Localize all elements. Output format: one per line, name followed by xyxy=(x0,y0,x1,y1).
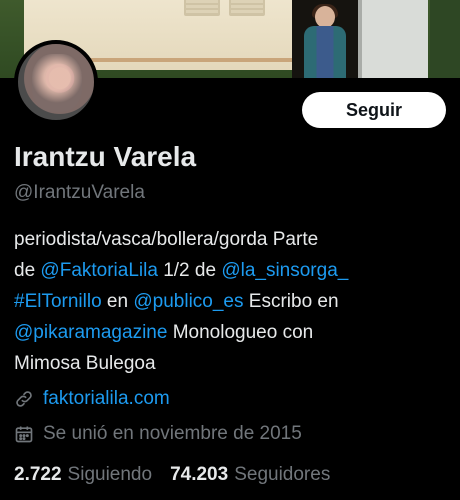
bio-text: Monologueo con xyxy=(167,322,314,343)
following-stat[interactable]: 2.722 Siguiendo xyxy=(14,464,152,486)
link-icon xyxy=(14,389,34,409)
mention-link[interactable]: @pikaramagazine xyxy=(14,322,167,343)
bio-text: Mimosa Bulegoa xyxy=(14,353,156,374)
mention-link[interactable]: @FaktoriaLila xyxy=(40,260,158,281)
banner-vent xyxy=(229,0,265,16)
bio-text: periodista/vasca/bollera/gorda Parte xyxy=(14,229,319,250)
follow-button[interactable]: Seguir xyxy=(302,92,446,128)
bio-text: 1/2 de xyxy=(157,260,222,281)
calendar-icon xyxy=(14,424,34,444)
banner-person xyxy=(300,4,350,78)
followers-label: Seguidores xyxy=(234,464,331,485)
banner-vent xyxy=(184,0,220,16)
following-count: 2.722 xyxy=(14,464,62,485)
joined-date: Se unió en noviembre de 2015 xyxy=(43,423,302,444)
hashtag-link[interactable]: #ElTornillo xyxy=(14,291,102,312)
following-label: Siguiendo xyxy=(67,464,153,485)
avatar-face xyxy=(32,54,82,112)
bio-text: Escribo en xyxy=(243,291,339,312)
profile-avatar[interactable] xyxy=(14,40,98,124)
display-name: Irantzu Varela xyxy=(14,141,197,172)
profile-bio: periodista/vasca/bollera/gorda Parte de … xyxy=(14,224,450,379)
website-link[interactable]: faktorialila.com xyxy=(43,388,170,410)
user-handle: @IrantzuVarela xyxy=(14,182,145,203)
joined-row: Se unió en noviembre de 2015 xyxy=(14,423,302,445)
follow-stats: 2.722 Siguiendo 74.203 Seguidores xyxy=(14,464,348,486)
website-row[interactable]: faktorialila.com xyxy=(14,388,170,410)
bio-text: en xyxy=(101,291,134,312)
banner-panel xyxy=(358,0,428,78)
followers-count: 74.203 xyxy=(170,464,229,485)
banner-foliage xyxy=(430,0,460,78)
mention-link[interactable]: @publico_es xyxy=(133,291,243,312)
mention-link[interactable]: @la_sinsorga_ xyxy=(221,260,348,281)
bio-text: de xyxy=(14,260,41,281)
followers-stat[interactable]: 74.203 Seguidores xyxy=(170,464,330,486)
